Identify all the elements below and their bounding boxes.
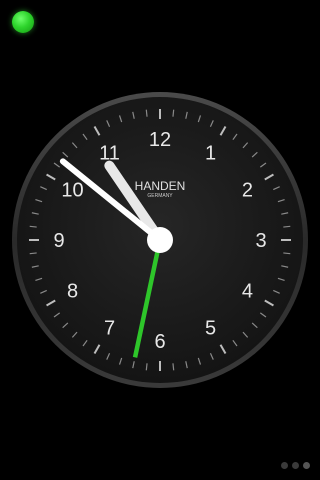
numeral-2: 2 xyxy=(242,180,253,202)
numeral-5: 5 xyxy=(205,317,216,339)
minute-tick xyxy=(283,252,291,255)
numeral-4: 4 xyxy=(242,281,253,303)
page-dot-3[interactable] xyxy=(303,462,310,469)
minute-tick xyxy=(145,109,148,117)
numeral-8: 8 xyxy=(67,281,78,303)
page-indicator xyxy=(281,462,310,469)
numeral-9: 9 xyxy=(53,230,64,252)
minute-tick xyxy=(145,363,148,371)
numeral-10: 10 xyxy=(61,180,83,202)
numeral-3: 3 xyxy=(255,230,266,252)
status-indicator-dot xyxy=(12,11,34,33)
minute-tick xyxy=(283,225,291,228)
brand-label: HANDEN xyxy=(135,179,186,193)
numeral-7: 7 xyxy=(104,317,115,339)
numeral-1: 1 xyxy=(205,143,216,165)
page-dot-1[interactable] xyxy=(281,462,288,469)
origin-label: GERMANY xyxy=(147,193,173,199)
numeral-12: 12 xyxy=(149,129,171,151)
minute-tick xyxy=(29,225,37,228)
analog-clock[interactable]: 12 1 2 3 4 5 6 7 8 9 10 11 HANDEN GERMANY xyxy=(0,80,320,400)
center-cap xyxy=(147,227,173,253)
minute-tick xyxy=(172,363,175,371)
numeral-6: 6 xyxy=(154,331,165,353)
minute-tick xyxy=(172,109,175,117)
clock-face: 121234567891011 HANDEN GERMANY xyxy=(12,92,308,388)
page-dot-2[interactable] xyxy=(292,462,299,469)
minute-tick xyxy=(29,252,37,255)
